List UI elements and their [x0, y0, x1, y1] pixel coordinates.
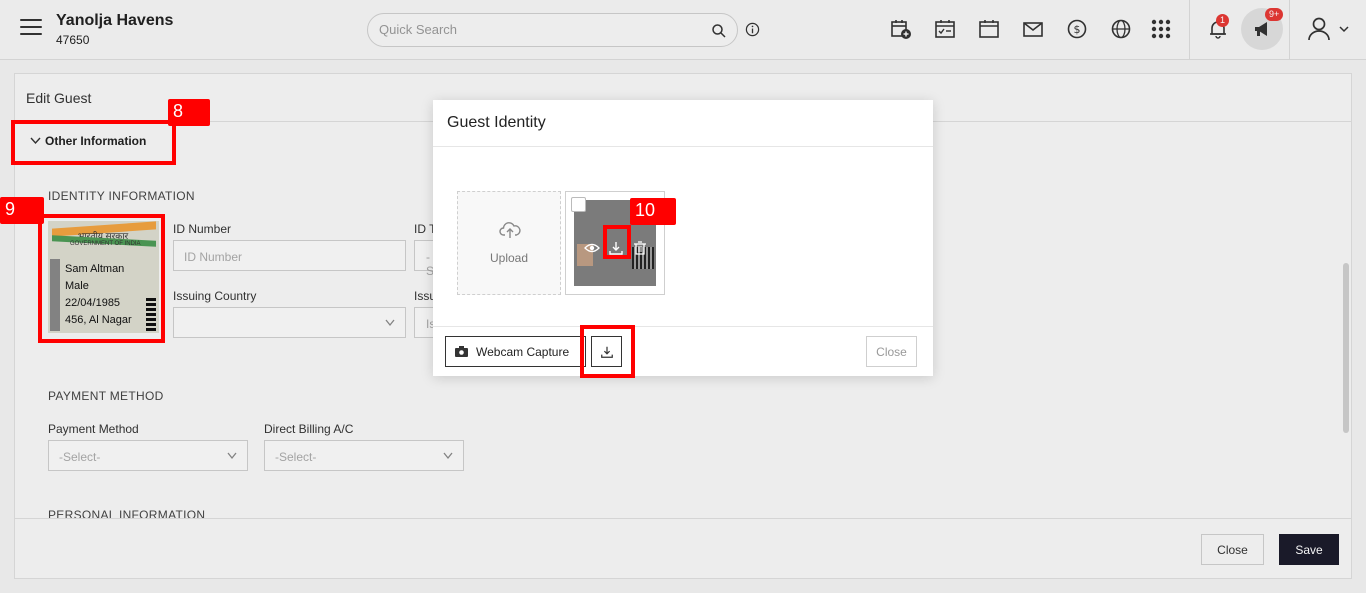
annotation-box-8: [11, 120, 176, 165]
eye-icon[interactable]: [584, 240, 600, 256]
trash-icon[interactable]: [632, 240, 648, 256]
modal-close-button[interactable]: Close: [866, 336, 917, 367]
upload-button[interactable]: Upload: [457, 191, 561, 295]
cloud-upload-icon: [499, 222, 521, 238]
divider: [433, 146, 933, 147]
webcam-capture-button[interactable]: Webcam Capture: [445, 336, 586, 367]
annotation-box-10-a: [603, 225, 631, 259]
annotation-label-10: 10: [630, 198, 676, 225]
annotation-box-10-b: [580, 325, 635, 378]
modal-title: Guest Identity: [447, 114, 546, 131]
guest-identity-modal: Guest Identity Upload Webcam Capture Clo…: [433, 100, 933, 376]
divider: [433, 326, 933, 327]
annotation-label-8: 8: [168, 99, 210, 126]
camera-icon: [455, 346, 468, 357]
webcam-label: Webcam Capture: [476, 345, 570, 359]
annotation-box-9: [38, 214, 165, 343]
upload-label: Upload: [489, 251, 529, 265]
annotation-label-9: 9: [0, 197, 44, 224]
select-checkbox[interactable]: [571, 197, 586, 212]
